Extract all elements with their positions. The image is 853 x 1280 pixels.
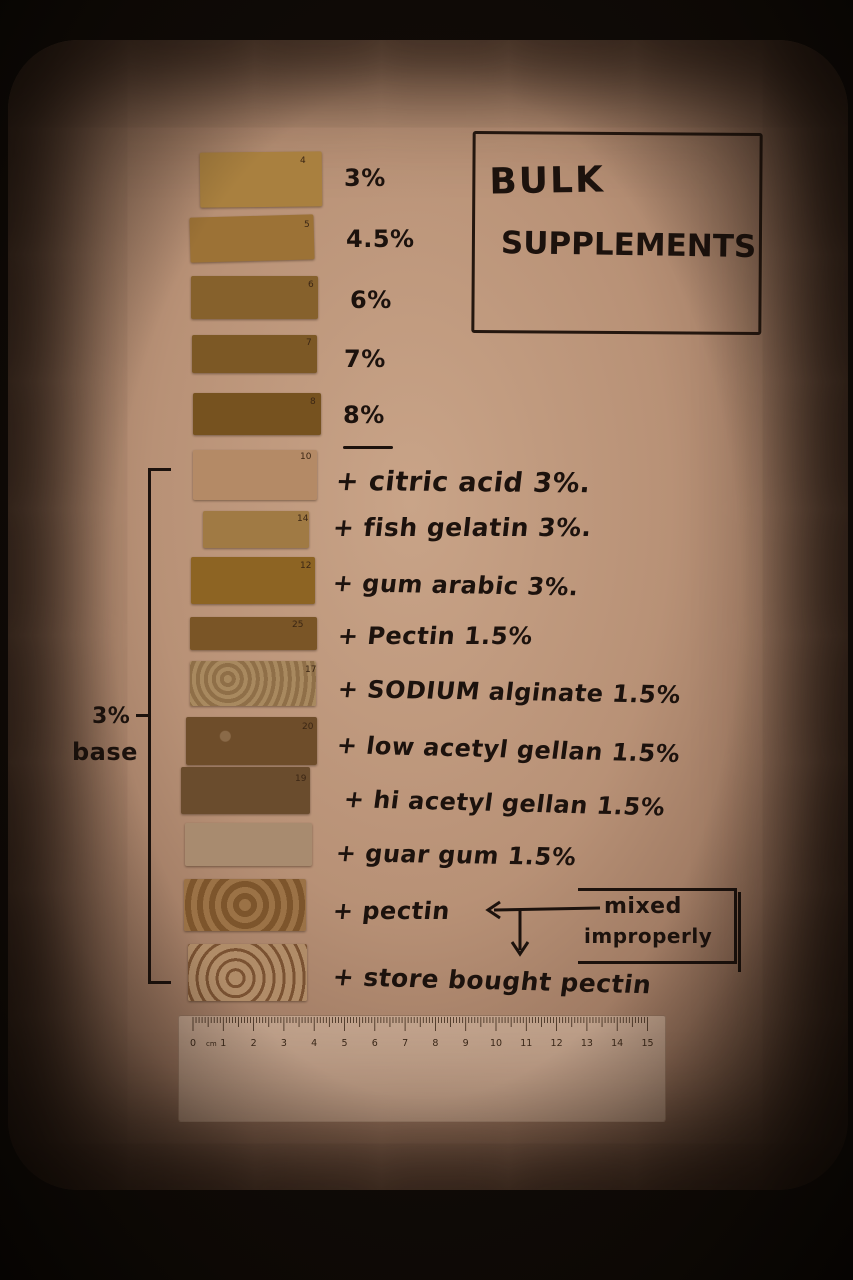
concentration-label: 6% xyxy=(350,286,392,314)
base-bracket xyxy=(148,468,171,984)
bracket-label-line-2: base xyxy=(72,738,138,766)
swatch-number: 8 xyxy=(310,397,316,407)
additive-label: + SODIUM alginate 1.5% xyxy=(336,675,683,709)
ruler-tick-label: 4 xyxy=(311,1038,317,1049)
bracket-tick xyxy=(136,714,150,717)
note-line-2: improperly xyxy=(584,924,713,948)
swatch-concentration xyxy=(191,276,318,319)
concentration-label: 7% xyxy=(344,345,386,373)
ruler-tick-label: 7 xyxy=(402,1038,408,1049)
concentration-label: 8% xyxy=(343,401,385,429)
swatch-additive xyxy=(190,661,316,706)
ruler-tick-label: 1 xyxy=(220,1038,226,1049)
swatch-additive xyxy=(184,879,306,931)
photo-stage: BULK SUPPLEMENTS 4 5 6 7 8 3% 4.5% 6% 7%… xyxy=(0,0,853,1280)
note-line-1: mixed xyxy=(604,894,682,919)
swatch-number: 20 xyxy=(302,722,314,732)
swatch-concentration xyxy=(192,335,317,373)
ruler-tick-label: 9 xyxy=(463,1038,469,1049)
swatch-additive xyxy=(181,767,310,814)
swatch-additive xyxy=(203,511,309,548)
ruler-tick-label: 12 xyxy=(551,1038,563,1049)
swatch-number: 6 xyxy=(308,280,314,290)
swatch-number: 14 xyxy=(297,514,309,524)
additive-label: + citric acid 3%. xyxy=(334,466,593,500)
concentration-label: 3% xyxy=(344,164,386,192)
swatch-number: 19 xyxy=(295,774,307,784)
bracket-label-line-1: 3% xyxy=(92,704,131,729)
concentration-label: 4.5% xyxy=(346,225,415,253)
ruler-ticks: 0 1 2 3 4 5 6 7 8 9 10 11 12 13 14 15cm xyxy=(190,1017,654,1049)
swatch-number: 5 xyxy=(304,220,310,230)
swatch-additive xyxy=(193,450,317,500)
ruler-tick-label: 0 xyxy=(190,1038,196,1049)
ruler-tick-label: 15 xyxy=(641,1038,653,1049)
ruler-tick-label: 11 xyxy=(520,1038,532,1049)
ruler-tick-label: 13 xyxy=(581,1038,593,1049)
swatch-additive xyxy=(191,557,315,604)
additive-label: + gum arabic 3%. xyxy=(331,569,581,602)
ruler-tick-label: 2 xyxy=(251,1038,257,1049)
title-box: BULK SUPPLEMENTS xyxy=(471,130,763,336)
swatch-additive xyxy=(186,717,317,765)
additive-label: + fish gelatin 3%. xyxy=(331,513,594,542)
swatch-number: 25 xyxy=(292,620,304,630)
swatch-additive xyxy=(185,823,312,866)
swatch-concentration xyxy=(193,393,321,435)
ruler-tick-label: 5 xyxy=(341,1038,347,1049)
ruler-tick-label: 8 xyxy=(432,1038,438,1049)
swatch-number: 4 xyxy=(300,156,306,166)
ruler: 0 1 2 3 4 5 6 7 8 9 10 11 12 13 14 15 cm xyxy=(178,1015,666,1122)
swatch-number: 17 xyxy=(305,665,317,675)
ruler-tick-label: 6 xyxy=(372,1038,378,1049)
swatch-concentration xyxy=(189,214,315,263)
additive-label: + pectin xyxy=(331,897,452,925)
swatch-additive xyxy=(188,944,307,1001)
title-line-1: BULK xyxy=(488,159,606,203)
note-box-edge xyxy=(738,892,741,972)
ruler-unit-label: cm xyxy=(206,1040,217,1048)
ruler-tick-label: 14 xyxy=(611,1038,623,1049)
ruler-tick-label: 3 xyxy=(281,1038,287,1049)
swatch-number: 10 xyxy=(300,452,312,462)
swatch-number: 12 xyxy=(300,561,312,571)
ruler-tick-label: 10 xyxy=(490,1038,502,1049)
additive-label: + guar gum 1.5% xyxy=(334,839,579,872)
title-line-2: SUPPLEMENTS xyxy=(500,225,757,266)
additive-label: + Pectin 1.5% xyxy=(336,622,535,650)
swatch-number: 7 xyxy=(306,338,312,348)
divider-line xyxy=(343,446,393,449)
